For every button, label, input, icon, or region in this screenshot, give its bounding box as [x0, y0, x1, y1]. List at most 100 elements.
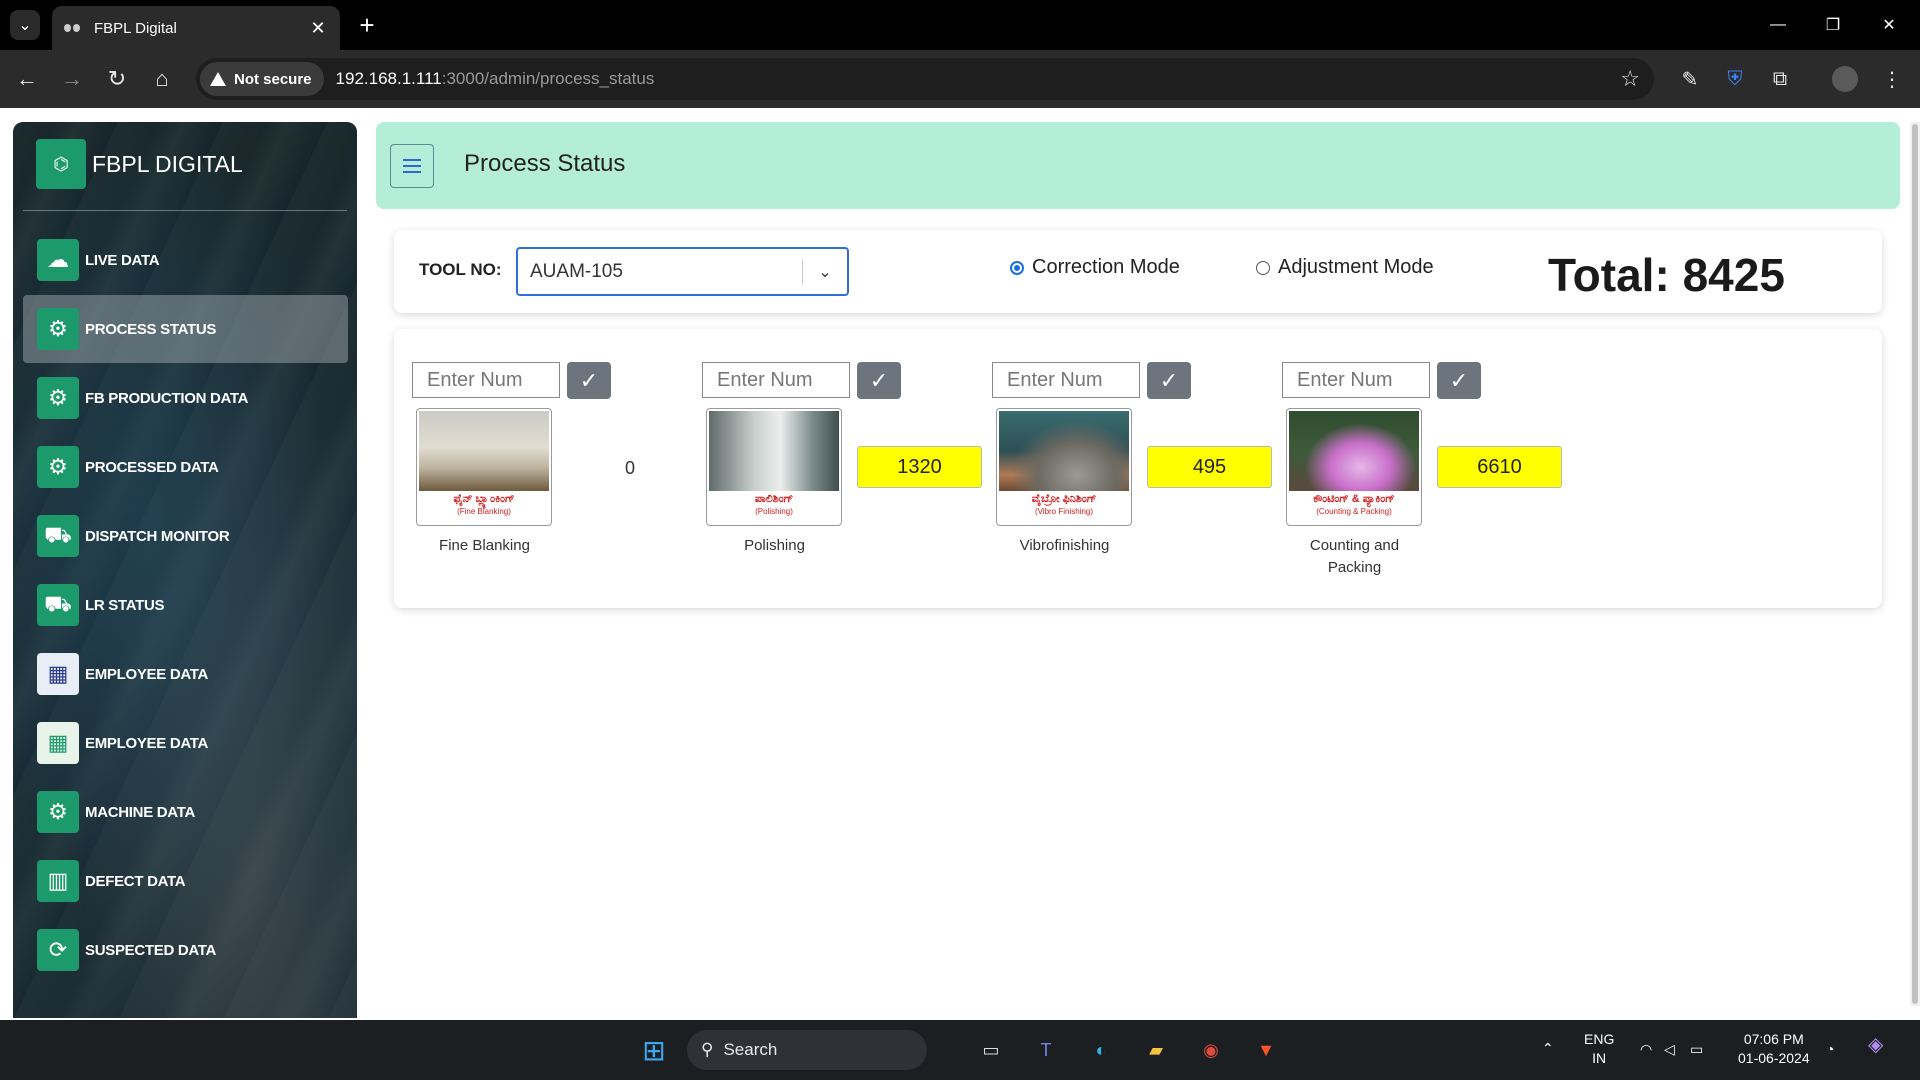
sidebar-item-label: PROCESSED DATA	[85, 458, 219, 476]
browser-tabbar: ⌄ FBPL Digital ✕ + — ❐ ✕	[0, 0, 1920, 50]
radio-unchecked-icon[interactable]	[1256, 260, 1270, 275]
sidebar-item-machine-data[interactable]: ⚙ MACHINE DATA	[23, 778, 348, 846]
chevron-up-icon[interactable]: ⌃	[1542, 1039, 1554, 1058]
clock[interactable]: 07:06 PM 01-06-2024	[1738, 1030, 1810, 1068]
sidebar-item-label: DEFECT DATA	[85, 872, 186, 890]
sidebar-item-label: EMPLOYEE DATA	[85, 734, 209, 752]
enter-num-input[interactable]: Enter Num	[992, 362, 1140, 398]
sidebar: ⌬ FBPL DIGITAL ☁ LIVE DATA ⚙ PROCESS STA…	[13, 122, 357, 1018]
sidebar-item-employee-data-2[interactable]: ▦ EMPLOYEE DATA	[23, 709, 348, 777]
sidebar-item-defect-data[interactable]: ▥ DEFECT DATA	[23, 847, 348, 915]
submit-check-button[interactable]: ✓	[567, 362, 611, 399]
extension-shield-icon[interactable]: ⛨	[1719, 63, 1751, 95]
forward-icon[interactable]: →	[55, 62, 89, 96]
adjustment-mode-radio[interactable]: Adjustment Mode	[1256, 256, 1434, 279]
dispatch-truck-icon: ⛟	[37, 515, 79, 557]
sidebar-item-employee-data[interactable]: ▦ EMPLOYEE DATA	[23, 640, 348, 708]
profile-avatar[interactable]	[1832, 66, 1858, 92]
enter-num-input[interactable]: Enter Num	[1282, 362, 1430, 398]
tool-label: TOOL NO:	[419, 260, 502, 279]
window-close-icon[interactable]: ✕	[1866, 8, 1912, 42]
stage-name: Fine Blanking	[439, 537, 530, 554]
enter-num-input[interactable]: Enter Num	[702, 362, 850, 398]
brave-icon[interactable]: ▼	[1250, 1034, 1282, 1066]
address-bar[interactable]: Not secure 192.168.1.111:3000/admin/proc…	[196, 58, 1654, 100]
sidebar-item-label: EMPLOYEE DATA	[85, 665, 209, 683]
url-host: 192.168.1.111	[335, 69, 442, 88]
tool-select[interactable]: AUAM-105 ⌄	[516, 247, 849, 296]
stage-vibrofinishing: Enter Num ✓ ವೈಬ್ರೋ ಫಿನಿಶಿಂಗ್ (Vibro Fini…	[992, 362, 1282, 592]
submit-check-button[interactable]: ✓	[1437, 362, 1481, 399]
wifi-icon[interactable]: ◠	[1640, 1040, 1652, 1059]
stage-caption-english: (Counting & Packing)	[1316, 507, 1392, 516]
submit-check-button[interactable]: ✓	[857, 362, 901, 399]
correction-mode-radio[interactable]: Correction Mode	[1010, 256, 1180, 279]
file-explorer-icon[interactable]: ▰	[1140, 1034, 1172, 1066]
sidebar-item-label: PROCESS STATUS	[85, 320, 217, 338]
notifications-bell-icon[interactable]: ◔	[1826, 1040, 1834, 1059]
edge-icon[interactable]: ◐	[1085, 1034, 1117, 1066]
brand[interactable]: ⌬ FBPL DIGITAL	[36, 139, 243, 189]
radio-label: Adjustment Mode	[1278, 256, 1434, 278]
menu-kebab-icon[interactable]: ⋮	[1876, 63, 1908, 95]
radio-checked-icon[interactable]	[1010, 260, 1024, 275]
stage-caption-english: (Fine Blanking)	[457, 507, 511, 516]
stage-name: Polishing	[744, 537, 805, 554]
sidebar-item-live-data[interactable]: ☁ LIVE DATA	[23, 226, 348, 294]
total-label: Total:	[1548, 249, 1670, 301]
sidebar-item-dispatch-monitor[interactable]: ⛟ DISPATCH MONITOR	[23, 502, 348, 570]
total-value: 8425	[1682, 249, 1785, 301]
sidebar-item-processed-data[interactable]: ⚙ PROCESSED DATA	[23, 433, 348, 501]
language-top: ENG	[1584, 1031, 1615, 1047]
stage-count: 6610	[1437, 446, 1562, 488]
reload-icon[interactable]: ↻	[100, 62, 134, 96]
taskbar: ⊞ ⚲ Search ▭ T ◐ ▰ ◉ ▼ ⌃ ENG IN ◠ ◁ ▭ 07…	[0, 1020, 1920, 1080]
tool-select-value: AUAM-105	[530, 260, 623, 282]
counting-packing-photo	[1289, 411, 1419, 491]
stage-image: ಪಾಲಿಶಿಂಗ್ (Polishing)	[706, 408, 842, 526]
controls-card: TOOL NO: AUAM-105 ⌄ Correction Mode Adju…	[394, 230, 1882, 313]
sidebar-item-lr-status[interactable]: ⛟ LR STATUS	[23, 571, 348, 639]
stage-caption-kannada: ವೈಬ್ರೋ ಫಿನಿಶಿಂಗ್	[1031, 493, 1097, 505]
volume-icon[interactable]: ◁	[1664, 1040, 1675, 1059]
employee-building-icon: ▦	[37, 653, 79, 695]
scrollbar-thumb[interactable]	[1912, 124, 1918, 1004]
copilot-icon[interactable]: ◈	[1868, 1035, 1883, 1055]
minimize-icon[interactable]: —	[1755, 8, 1801, 42]
url-text[interactable]: 192.168.1.111:3000/admin/process_status	[336, 69, 655, 89]
chevron-down-icon[interactable]: ⌄	[803, 262, 847, 282]
taskbar-search[interactable]: ⚲ Search	[687, 1030, 927, 1070]
sidebar-item-process-status[interactable]: ⚙ PROCESS STATUS	[23, 295, 348, 363]
stage-count: 0	[625, 458, 636, 478]
submit-check-button[interactable]: ✓	[1147, 362, 1191, 399]
pen-icon[interactable]: ✎	[1674, 63, 1706, 95]
cloud-upload-icon: ☁	[37, 239, 79, 281]
tab-search-button[interactable]: ⌄	[10, 10, 40, 40]
close-tab-icon[interactable]: ✕	[308, 18, 328, 39]
sidebar-item-fb-production-data[interactable]: ⚙ FB PRODUCTION DATA	[23, 364, 348, 432]
task-view-icon[interactable]: ▭	[975, 1034, 1007, 1066]
back-icon[interactable]: ←	[10, 62, 44, 96]
security-chip[interactable]: Not secure	[200, 62, 324, 96]
stage-caption-kannada: ಫೈನ್ ಬ್ಲ್ಯಾಂಕಿಂಗ್	[453, 493, 515, 505]
teams-icon[interactable]: T	[1030, 1034, 1062, 1066]
language-indicator[interactable]: ENG IN	[1584, 1030, 1614, 1068]
browser-toolbar: ← → ↻ ⌂ Not secure 192.168.1.111:3000/ad…	[0, 50, 1920, 108]
sidebar-item-suspected-data[interactable]: ⟳ SUSPECTED DATA	[23, 916, 348, 984]
battery-icon[interactable]: ▭	[1690, 1040, 1703, 1059]
browser-tab[interactable]: FBPL Digital ✕	[52, 6, 340, 50]
search-icon: ⚲	[701, 1040, 714, 1059]
windows-start-icon[interactable]: ⊞	[638, 1034, 670, 1066]
chrome-icon[interactable]: ◉	[1195, 1034, 1227, 1066]
enter-num-input[interactable]: Enter Num	[412, 362, 560, 398]
stage-fine-blanking: Enter Num ✓ ಫೈನ್ ಬ್ಲ್ಯಾಂಕಿಂಗ್ (Fine Blan…	[412, 362, 702, 592]
sidebar-menu: ☁ LIVE DATA ⚙ PROCESS STATUS ⚙ FB PRODUC…	[23, 226, 348, 985]
home-icon[interactable]: ⌂	[145, 62, 179, 96]
page-scrollbar[interactable]	[1910, 122, 1920, 1006]
fine-blanking-photo	[419, 411, 549, 491]
bookmark-star-icon[interactable]: ☆	[1620, 66, 1640, 92]
extensions-puzzle-icon[interactable]: ⧉	[1764, 63, 1796, 95]
restore-icon[interactable]: ❐	[1810, 8, 1856, 42]
new-tab-button[interactable]: +	[352, 10, 382, 40]
menu-toggle-button[interactable]	[390, 144, 434, 188]
